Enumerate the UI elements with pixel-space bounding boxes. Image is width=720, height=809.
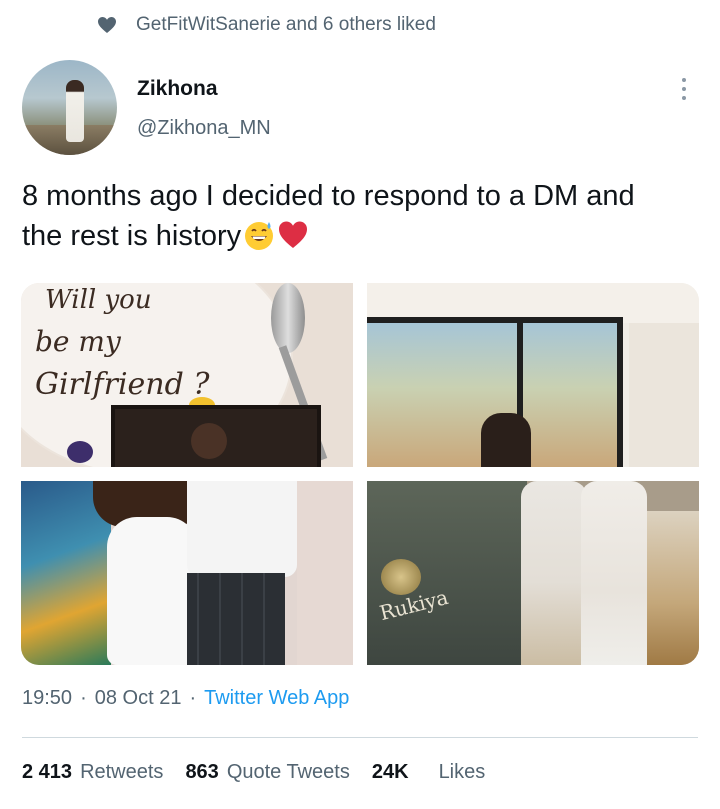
retweets-count: 2 413 — [22, 761, 73, 783]
couple-silhouette — [481, 413, 531, 467]
plate-text-line-1: Will you — [45, 285, 152, 315]
quote-tweets-count: 863 — [185, 761, 219, 783]
tweet-text: 8 months ago I decided to respond to a D… — [22, 176, 712, 256]
photo-window-couple[interactable] — [367, 283, 699, 467]
plate-text-line-3: Girlfriend ? — [35, 367, 210, 402]
retweets-stat[interactable]: 2 413 Retweets — [22, 761, 163, 784]
plate-text-line-2: be my — [35, 325, 121, 358]
separator: · — [80, 687, 87, 709]
spoon — [271, 283, 305, 353]
quote-tweets-stat[interactable]: 863 Quote Tweets — [185, 761, 349, 784]
tweet-stats: 2 413 Retweets 863 Quote Tweets 24K Like… — [22, 761, 507, 784]
likes-label: Likes — [438, 761, 486, 783]
tweet-time[interactable]: 19:50 — [22, 687, 72, 710]
social-context-text: GetFitWitSanerie and 6 others liked — [136, 14, 436, 35]
white-shirt — [187, 481, 297, 577]
frame-face — [191, 423, 227, 459]
tweet-meta: 19:50 · 08 Oct 21 · Twitter Web App — [22, 687, 349, 710]
photo-girlfriend-plate[interactable]: Will you be my Girlfriend ? — [21, 283, 353, 467]
tweet-source-link[interactable]: Twitter Web App — [204, 687, 349, 710]
quote-tweets-label: Quote Tweets — [226, 761, 350, 783]
social-context[interactable]: GetFitWitSanerie and 6 others liked — [96, 14, 436, 36]
separator: · — [189, 687, 197, 709]
red-heart-emoji-icon — [279, 221, 308, 248]
plaid-pants — [187, 573, 285, 665]
photo-couple-portrait[interactable] — [21, 481, 353, 665]
more-options-icon[interactable] — [676, 76, 692, 102]
purple-dot — [67, 441, 93, 463]
wall — [297, 481, 353, 665]
tweet-text-line-1: 8 months ago I decided to respond to a D… — [22, 180, 635, 212]
author-display-name[interactable]: Zikhona — [137, 77, 218, 101]
avatar-figure — [66, 80, 84, 142]
likes-stat[interactable]: 24K Likes — [372, 761, 485, 784]
tweet-text-line-2-wrap: the rest is history — [22, 216, 712, 256]
tweet-date[interactable]: 08 Oct 21 — [95, 687, 182, 710]
author-handle[interactable]: @Zikhona_MN — [137, 117, 271, 140]
person-puffer-jacket — [521, 481, 587, 665]
heart-icon — [96, 14, 118, 36]
wall — [629, 323, 699, 467]
avatar[interactable] — [22, 60, 117, 155]
tweet-text-line-2: the rest is history — [22, 220, 242, 252]
divider — [22, 737, 698, 738]
photo-safari-truck[interactable]: Rukiya — [367, 481, 699, 665]
retweets-label: Retweets — [80, 761, 164, 783]
white-dress — [107, 517, 197, 665]
likes-count: 24K — [371, 761, 409, 783]
media-grid: Will you be my Girlfriend ? Rukiya — [21, 283, 699, 665]
person-white-jacket — [581, 481, 647, 665]
grinning-sweat-emoji-icon — [245, 222, 274, 250]
leopard-logo-icon — [381, 559, 421, 595]
